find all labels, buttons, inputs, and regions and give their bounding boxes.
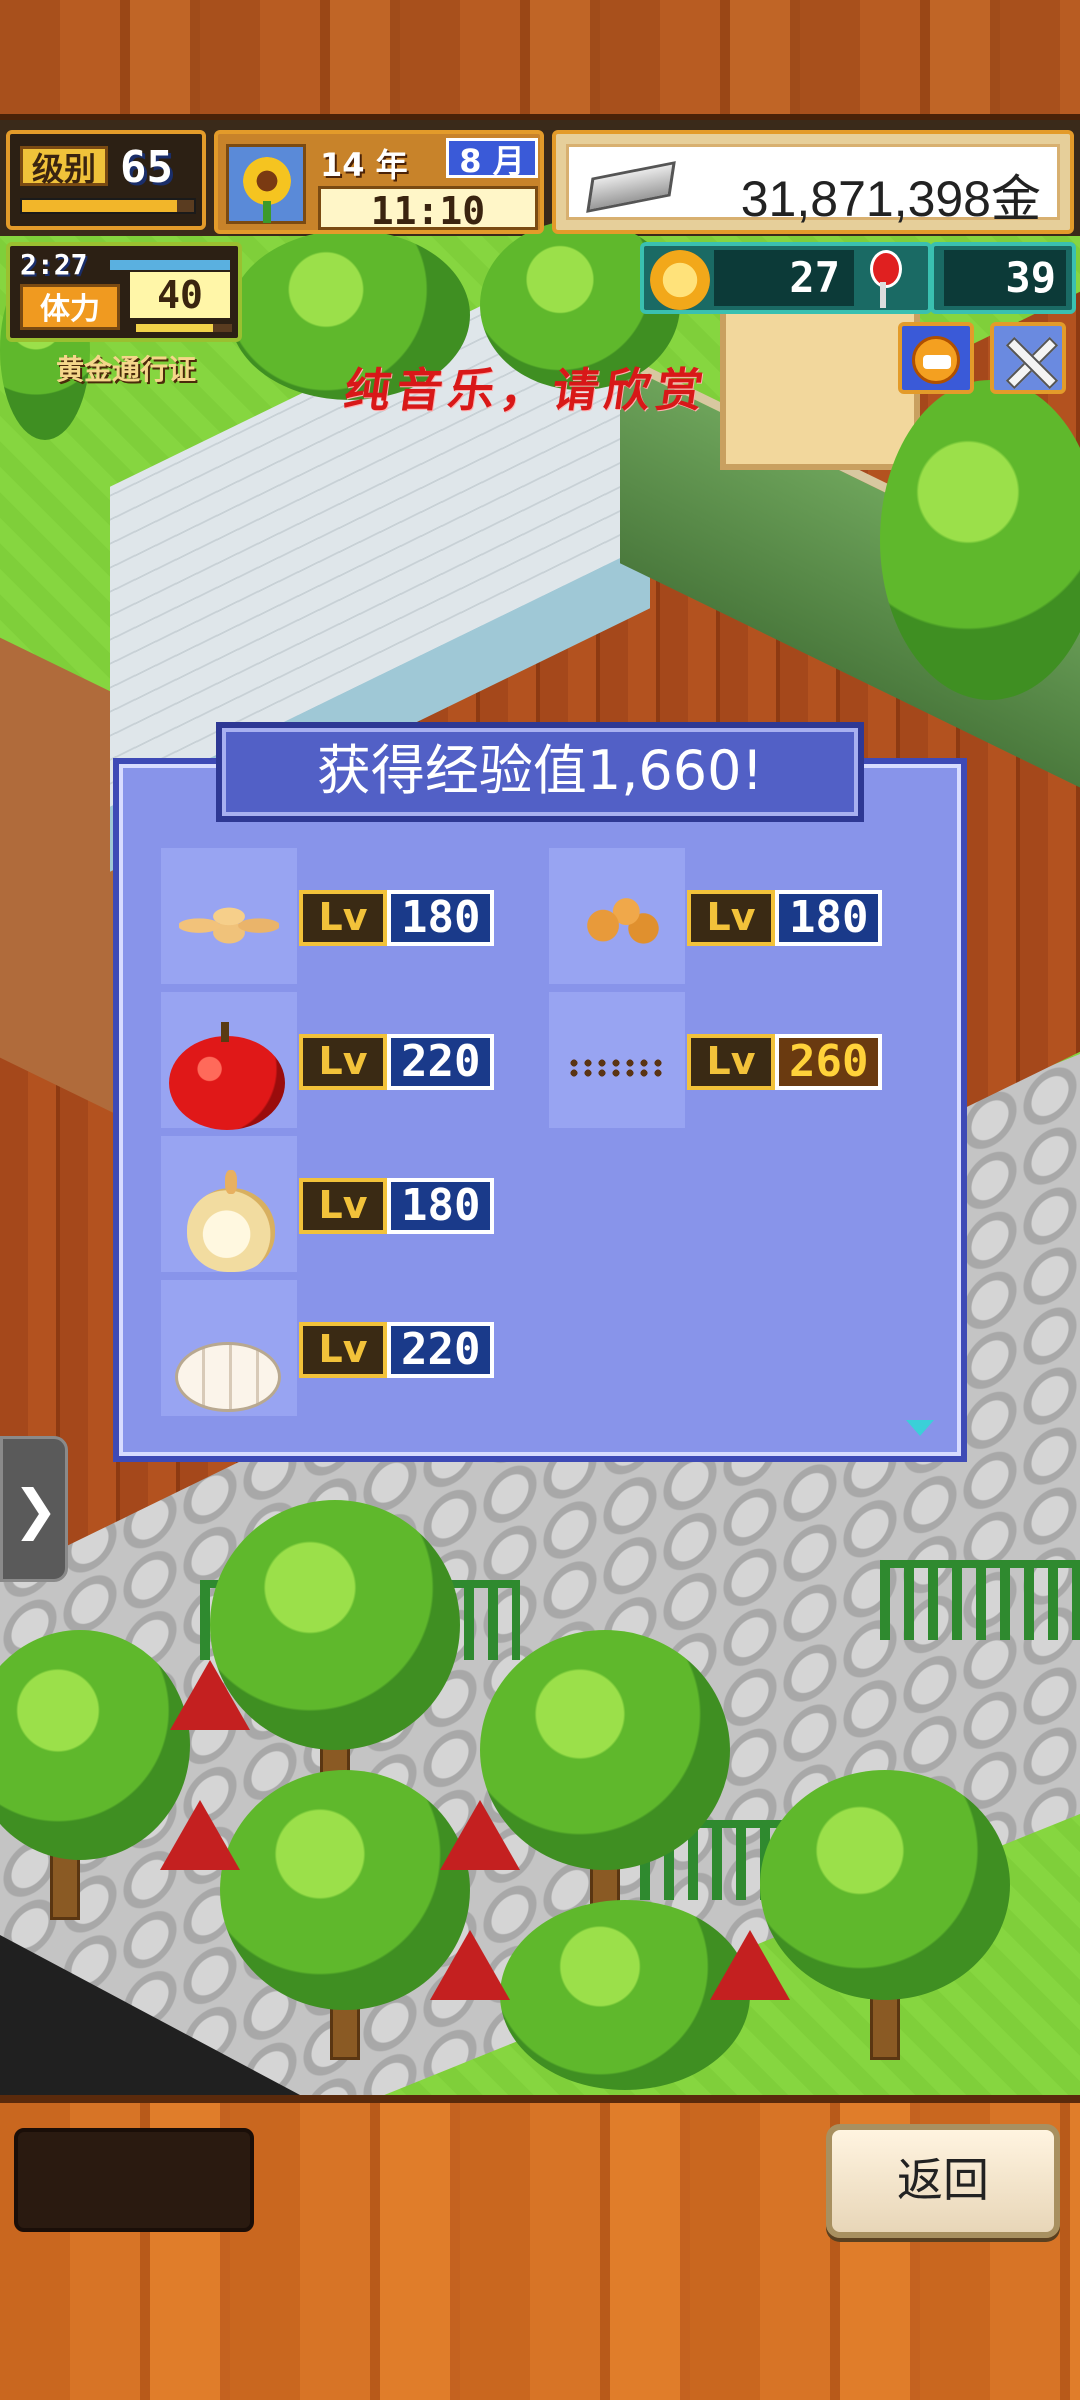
level-progress-fill xyxy=(22,200,177,212)
item-slot xyxy=(161,1136,297,1272)
garden-fence xyxy=(880,1560,1080,1640)
pin-icon xyxy=(862,250,902,310)
seeds-icon xyxy=(567,1058,667,1078)
item-level: 180 xyxy=(387,1178,495,1234)
date-year: 14 年 xyxy=(320,146,408,184)
tree xyxy=(210,1500,460,1750)
stamina-timer-bar xyxy=(110,260,230,270)
level-value: 65 xyxy=(120,142,173,193)
top-wood-frame xyxy=(0,0,1080,120)
onion-icon xyxy=(187,1170,275,1272)
tree xyxy=(500,1900,750,2090)
ingredient-item: Lv 180 xyxy=(161,1136,541,1272)
item-slot xyxy=(161,992,297,1130)
ingredient-item: Lv 180 xyxy=(161,848,541,984)
lv-badge: Lv xyxy=(299,890,387,946)
tree xyxy=(480,1630,730,1870)
bottom-left-panel xyxy=(14,2128,254,2232)
ingredient-item: Lv 220 xyxy=(161,1280,541,1416)
item-level: 180 xyxy=(775,890,883,946)
lv-badge: Lv xyxy=(299,1322,387,1378)
medal-coin-icon xyxy=(650,250,710,310)
silver-bar-icon xyxy=(586,161,676,213)
cookies-icon xyxy=(179,898,279,944)
item-slot xyxy=(549,848,685,984)
level-panel: 级别 65 xyxy=(6,130,206,230)
pin-count: 39 xyxy=(944,250,1066,306)
stamina-value: 40 xyxy=(130,272,230,318)
lv-badge: Lv xyxy=(299,1034,387,1090)
item-slot xyxy=(161,848,297,984)
item-level: 260 xyxy=(775,1034,883,1090)
stamina-timer: 2:27 xyxy=(20,248,88,281)
lv-badge: Lv xyxy=(687,1034,775,1090)
stamina-progress-bar xyxy=(136,324,232,332)
apple-icon xyxy=(169,1022,285,1130)
calendar-panel[interactable]: 14 年 8 月 11:10 xyxy=(214,130,544,234)
tree xyxy=(220,1770,470,2010)
experience-dialog[interactable]: Lv 180 Lv 180 Lv 220 Lv 260 Lv 180 Lv 22… xyxy=(113,758,967,1462)
item-level: 220 xyxy=(387,1034,495,1090)
pin-panel: 39 xyxy=(930,242,1076,314)
date-month: 8 月 xyxy=(446,138,538,180)
item-slot xyxy=(161,1280,297,1416)
ingredient-item: Lv 260 xyxy=(549,992,929,1128)
ticker-text: 纯音乐，请欣赏 xyxy=(340,363,713,417)
dialog-title: 获得经验值1,660! xyxy=(216,722,864,822)
back-button[interactable]: 返回 xyxy=(826,2124,1060,2238)
chef-button[interactable] xyxy=(898,322,974,394)
building xyxy=(720,290,920,470)
side-drawer-tab[interactable]: ❯ xyxy=(0,1436,68,1582)
level-label: 级别 xyxy=(20,146,108,188)
lv-badge: Lv xyxy=(687,890,775,946)
money-value: 31,871,398金 xyxy=(740,171,1041,227)
garlic-icon xyxy=(175,1342,281,1412)
continue-arrow-icon[interactable] xyxy=(906,1420,934,1436)
stamina-progress-fill xyxy=(136,324,213,332)
coin-panel: 27 xyxy=(640,242,932,314)
gold-pass-label[interactable]: 黄金通行证 xyxy=(56,348,196,388)
item-level: 180 xyxy=(387,890,495,946)
game-clock: 11:10 xyxy=(318,186,538,233)
level-progress-bar xyxy=(20,198,196,214)
ingredient-item: Lv 220 xyxy=(161,992,541,1130)
lv-badge: Lv xyxy=(299,1178,387,1234)
ingredient-item: Lv 180 xyxy=(549,848,929,984)
coin-count: 27 xyxy=(714,250,854,306)
money-panel: 31,871,398金 xyxy=(552,130,1074,234)
sunflower-icon xyxy=(226,144,306,224)
nuggets-icon xyxy=(579,892,665,948)
item-slot xyxy=(549,992,685,1128)
cutlery-button[interactable] xyxy=(990,322,1066,394)
item-level: 220 xyxy=(387,1322,495,1378)
stamina-panel: 2:27 体力 40 xyxy=(6,242,242,342)
stamina-label: 体力 xyxy=(20,284,120,330)
tree xyxy=(760,1770,1010,2000)
chevron-right-icon: ❯ xyxy=(13,1478,59,1541)
chef-face-icon xyxy=(912,336,960,384)
